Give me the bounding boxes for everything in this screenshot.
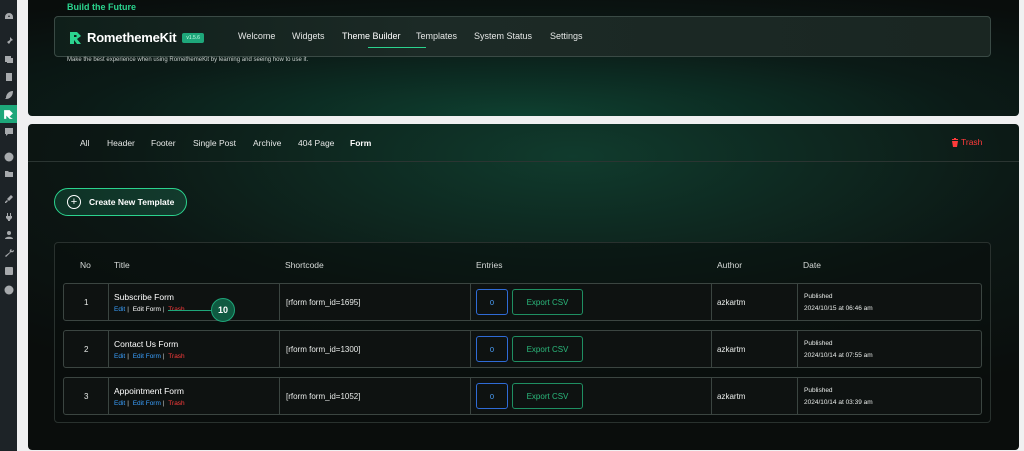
- edit-link[interactable]: Edit: [114, 400, 125, 407]
- appearance-icon[interactable]: [3, 193, 14, 204]
- trash-button[interactable]: Trash: [951, 137, 982, 147]
- nav-theme-builder[interactable]: Theme Builder: [342, 31, 401, 41]
- users-icon[interactable]: [3, 229, 14, 240]
- publish-status: Published: [804, 387, 833, 394]
- tab-form[interactable]: Form: [350, 138, 371, 148]
- romethemekit-icon[interactable]: [0, 105, 17, 123]
- tab-404-page[interactable]: 404 Page: [298, 138, 334, 148]
- tools-icon[interactable]: [3, 247, 14, 258]
- trash-icon: [952, 137, 958, 147]
- feather-icon[interactable]: [3, 89, 14, 100]
- author: azkartm: [717, 392, 746, 401]
- plus-circle-icon: +: [67, 195, 81, 209]
- edit-form-link[interactable]: Edit Form: [133, 353, 161, 360]
- create-button-label: Create New Template: [89, 197, 175, 207]
- row-actions: Edit| Edit Form| Trash: [114, 400, 185, 407]
- header-entries: Entries: [476, 260, 503, 270]
- form-title: Subscribe Form: [114, 292, 174, 302]
- header-panel: Build the Future RomethemeKit v1.5.6 Wel…: [28, 0, 1019, 116]
- header-shortcode: Shortcode: [285, 260, 324, 270]
- folder-icon[interactable]: [3, 168, 14, 179]
- header-author: Author: [717, 260, 743, 270]
- tab-footer[interactable]: Footer: [151, 138, 176, 148]
- settings-icon[interactable]: [3, 265, 14, 276]
- nav-welcome[interactable]: Welcome: [238, 31, 275, 41]
- header-no: No: [80, 260, 91, 270]
- header-description: Make the best experience when using Rome…: [67, 57, 309, 63]
- romethemekit-logo: RomethemeKit v1.5.6: [69, 30, 204, 45]
- table-row: 2 Contact Us Form Edit | Edit Form | Trash…: [63, 330, 982, 368]
- tab-single-post[interactable]: Single Post: [193, 138, 236, 148]
- forms-table: No Title Shortcode Entries Author Date 1…: [54, 242, 991, 423]
- export-csv-button[interactable]: Export CSV: [512, 289, 583, 315]
- edit-link[interactable]: Edit: [114, 353, 125, 360]
- plugins-icon[interactable]: [3, 211, 14, 222]
- tab-all[interactable]: All: [80, 138, 89, 148]
- entries-count-button[interactable]: 0: [476, 336, 508, 362]
- header-title: Title: [114, 260, 130, 270]
- publish-status: Published: [804, 293, 833, 300]
- top-navbar: RomethemeKit v1.5.6 Welcome Widgets Them…: [54, 16, 991, 57]
- shortcode[interactable]: [rform form_id=1695]: [286, 298, 360, 307]
- row-number: 3: [84, 392, 89, 401]
- tab-header[interactable]: Header: [107, 138, 135, 148]
- publish-status: Published: [804, 340, 833, 347]
- comments-icon[interactable]: [3, 126, 14, 137]
- form-title: Contact Us Form: [114, 339, 179, 349]
- version-badge: v1.5.6: [182, 32, 204, 43]
- media-icon[interactable]: [3, 53, 14, 64]
- trash-link[interactable]: Trash: [168, 353, 184, 360]
- table-row: 3 Appointment Form Edit | Edit Form | Tras…: [63, 377, 982, 415]
- nav-settings[interactable]: Settings: [550, 31, 583, 41]
- row-number: 1: [84, 298, 89, 307]
- author: azkartm: [717, 298, 746, 307]
- publish-date: 2024/10/14 at 07:55 am: [804, 352, 873, 359]
- elementor-icon[interactable]: [3, 151, 14, 162]
- trash-link[interactable]: Trash: [168, 400, 184, 407]
- play-icon[interactable]: [3, 284, 14, 295]
- logo-text: RomethemeKit: [87, 30, 177, 45]
- nav-widgets[interactable]: Widgets: [292, 31, 325, 41]
- theme-builder-panel: All Header Footer Single Post Archive 40…: [28, 124, 1019, 450]
- pages-icon[interactable]: [3, 71, 14, 82]
- form-title: Appointment Form: [114, 386, 184, 396]
- export-csv-button[interactable]: Export CSV: [512, 383, 583, 409]
- shortcode[interactable]: [rform form_id=1052]: [286, 392, 360, 401]
- entries-count-button[interactable]: 0: [476, 289, 508, 315]
- pin-icon[interactable]: [3, 35, 14, 46]
- logo-mark-icon: [70, 31, 81, 44]
- row-number: 2: [84, 345, 89, 354]
- trash-label: Trash: [961, 137, 983, 147]
- edit-form-link[interactable]: Edit Form: [133, 400, 161, 407]
- create-new-template-button[interactable]: + Create New Template: [54, 188, 187, 216]
- dashboard-icon[interactable]: [3, 11, 14, 22]
- table-row: 1 Subscribe Form Edit| Edit Form| Trash …: [63, 283, 982, 321]
- export-csv-button[interactable]: Export CSV: [512, 336, 583, 362]
- tab-archive[interactable]: Archive: [253, 138, 281, 148]
- header-date: Date: [803, 260, 821, 270]
- brand-tagline: Build the Future: [67, 2, 136, 12]
- edit-link[interactable]: Edit: [114, 306, 125, 313]
- edit-form-link[interactable]: Edit Form: [133, 306, 161, 313]
- row-actions: Edit| Edit Form| Trash: [114, 353, 185, 360]
- template-type-tabs: All Header Footer Single Post Archive 40…: [28, 124, 1019, 162]
- shortcode[interactable]: [rform form_id=1300]: [286, 345, 360, 354]
- publish-date: 2024/10/14 at 03:39 am: [804, 399, 873, 406]
- nav-system-status[interactable]: System Status: [474, 31, 532, 41]
- entries-count-button[interactable]: 0: [476, 383, 508, 409]
- step-number-badge: 10: [211, 298, 235, 322]
- active-nav-indicator: [368, 47, 426, 48]
- publish-date: 2024/10/15 at 06:46 am: [804, 305, 873, 312]
- author: azkartm: [717, 345, 746, 354]
- step-pointer-line: [168, 310, 213, 311]
- nav-templates[interactable]: Templates: [416, 31, 457, 41]
- admin-sidebar: [0, 0, 17, 451]
